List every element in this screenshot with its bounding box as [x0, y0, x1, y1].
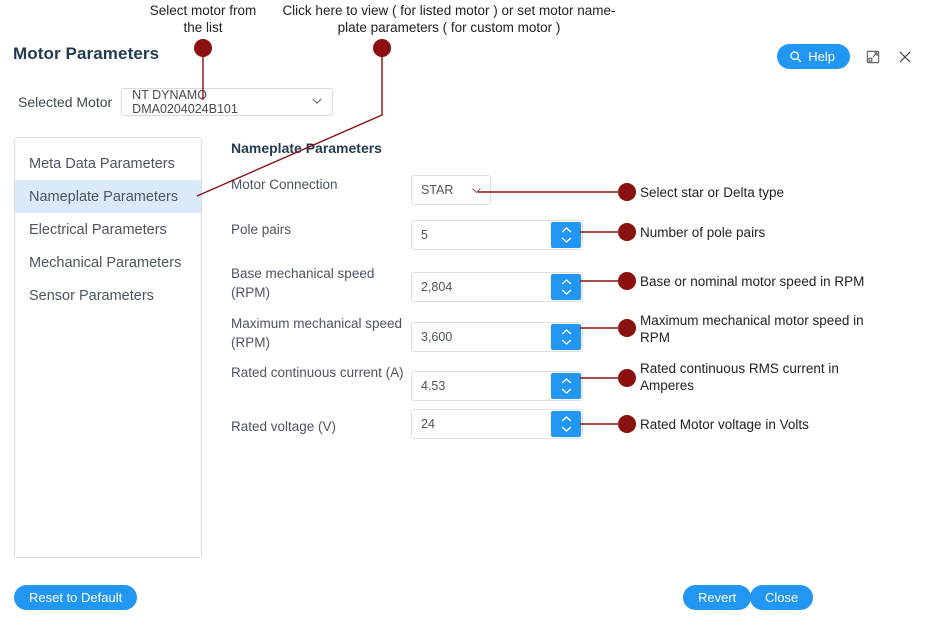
annotation-dot-max-speed — [618, 319, 636, 337]
base-mechanical-speed-stepper[interactable] — [551, 274, 581, 300]
rated-voltage-value: 24 — [421, 417, 435, 431]
rated-voltage-stepper[interactable] — [551, 411, 581, 437]
close-icon — [898, 51, 912, 67]
sidebar-item-sensor-parameters[interactable]: Sensor Parameters — [15, 279, 201, 312]
close-button[interactable] — [896, 48, 914, 66]
sidebar-item-label: Meta Data Parameters — [29, 155, 175, 172]
annotation-text-rated-current: Rated continuous RMS current in Amperes — [640, 361, 839, 393]
chevron-down-icon — [470, 176, 483, 204]
field-label-rated-voltage: Rated voltage (V) — [231, 419, 337, 434]
chevron-up-icon[interactable] — [560, 377, 573, 385]
rated-continuous-current-value: 4.53 — [421, 379, 446, 393]
rated-continuous-current-input[interactable]: 4.53 — [411, 371, 583, 401]
sidebar-item-label: Mechanical Parameters — [29, 254, 182, 271]
sidebar-item-label: Sensor Parameters — [29, 287, 154, 304]
annotation-text-selected-motor: Select motor from the list — [149, 3, 257, 35]
pole-pairs-input[interactable]: 5 — [411, 220, 583, 250]
annotation-text-rated-voltage: Rated Motor voltage in Volts — [640, 417, 809, 432]
pole-pairs-stepper[interactable] — [551, 222, 581, 248]
annotation-dot-rated-voltage — [618, 415, 636, 433]
sidebar-item-nameplate-parameters[interactable]: Nameplate Parameters — [15, 180, 201, 213]
maximum-mechanical-speed-value: 3,600 — [421, 330, 453, 344]
rated-continuous-current-stepper[interactable] — [551, 373, 581, 399]
sidebar-item-meta-data-parameters[interactable]: Meta Data Parameters — [15, 147, 201, 180]
selected-motor-label: Selected Motor — [18, 94, 113, 110]
sidebar-item-mechanical-parameters[interactable]: Mechanical Parameters — [15, 246, 201, 279]
form-section-title: Nameplate Parameters — [231, 140, 382, 156]
pole-pairs-value: 5 — [421, 228, 428, 242]
restore-window-button[interactable] — [864, 48, 882, 66]
search-icon — [789, 50, 802, 63]
annotation-dot-base-speed — [618, 272, 636, 290]
sidebar-item-label: Electrical Parameters — [29, 221, 167, 238]
help-button[interactable]: Help — [777, 44, 850, 69]
help-button-label: Help — [808, 49, 835, 64]
restore-window-icon — [866, 50, 880, 67]
maximum-mechanical-speed-stepper[interactable] — [551, 324, 581, 350]
base-mechanical-speed-input[interactable]: 2,804 — [411, 272, 583, 302]
field-label-motor-connection: Motor Connection — [231, 177, 338, 192]
annotation-dot-motor-connection — [618, 183, 636, 201]
chevron-up-icon[interactable] — [560, 278, 573, 286]
field-label-base-mechanical-speed: Base mechanical speed (RPM) — [231, 266, 375, 300]
chevron-down-icon[interactable] — [560, 236, 573, 244]
parameter-category-list: Meta Data Parameters Nameplate Parameter… — [14, 137, 202, 558]
field-label-pole-pairs: Pole pairs — [231, 222, 292, 237]
annotation-dot-pole-pairs — [618, 223, 636, 241]
motor-connection-select[interactable]: STAR — [411, 175, 491, 205]
chevron-down-icon — [310, 94, 324, 111]
chevron-down-icon[interactable] — [560, 288, 573, 296]
selected-motor-dropdown[interactable]: NT DYNAMO DMA0204024B101 — [121, 88, 334, 116]
chevron-up-icon[interactable] — [560, 415, 573, 423]
field-label-rated-continuous-current: Rated continuous current (A) — [231, 365, 404, 380]
chevron-up-icon[interactable] — [560, 226, 573, 234]
chevron-down-icon[interactable] — [560, 425, 573, 433]
annotation-dot-rated-current — [618, 369, 636, 387]
annotation-text-base-speed: Base or nominal motor speed in RPM — [640, 274, 865, 289]
sidebar-item-electrical-parameters[interactable]: Electrical Parameters — [15, 213, 201, 246]
chevron-down-icon[interactable] — [560, 387, 573, 395]
annotation-text-max-speed: Maximum mechanical motor speed in RPM — [640, 313, 864, 345]
annotation-text-pole-pairs: Number of pole pairs — [640, 225, 766, 240]
rated-voltage-input[interactable]: 24 — [411, 409, 583, 439]
maximum-mechanical-speed-input[interactable]: 3,600 — [411, 322, 583, 352]
selected-motor-row: Selected Motor NT DYNAMO DMA0204024B101 — [18, 88, 334, 116]
page-title: Motor Parameters — [13, 44, 160, 63]
selected-motor-value: NT DYNAMO DMA0204024B101 — [132, 88, 238, 116]
annotation-dot-nameplate — [373, 39, 391, 57]
chevron-up-icon[interactable] — [560, 328, 573, 336]
reset-to-default-button[interactable]: Reset to Default — [14, 585, 138, 610]
annotation-dot-selected-motor — [194, 39, 212, 57]
base-mechanical-speed-value: 2,804 — [421, 280, 453, 294]
titlebar-tools: Help — [777, 44, 914, 69]
chevron-down-icon[interactable] — [560, 338, 573, 346]
field-label-maximum-mechanical-speed: Maximum mechanical speed (RPM) — [231, 316, 403, 350]
annotation-text-nameplate: Click here to view ( for listed motor ) … — [282, 3, 616, 35]
sidebar-item-label: Nameplate Parameters — [29, 188, 179, 205]
motor-connection-value: STAR — [421, 183, 454, 197]
annotation-text-motor-connection: Select star or Delta type — [640, 185, 785, 200]
close-dialog-button[interactable]: Close — [750, 585, 814, 610]
revert-button[interactable]: Revert — [683, 585, 752, 610]
